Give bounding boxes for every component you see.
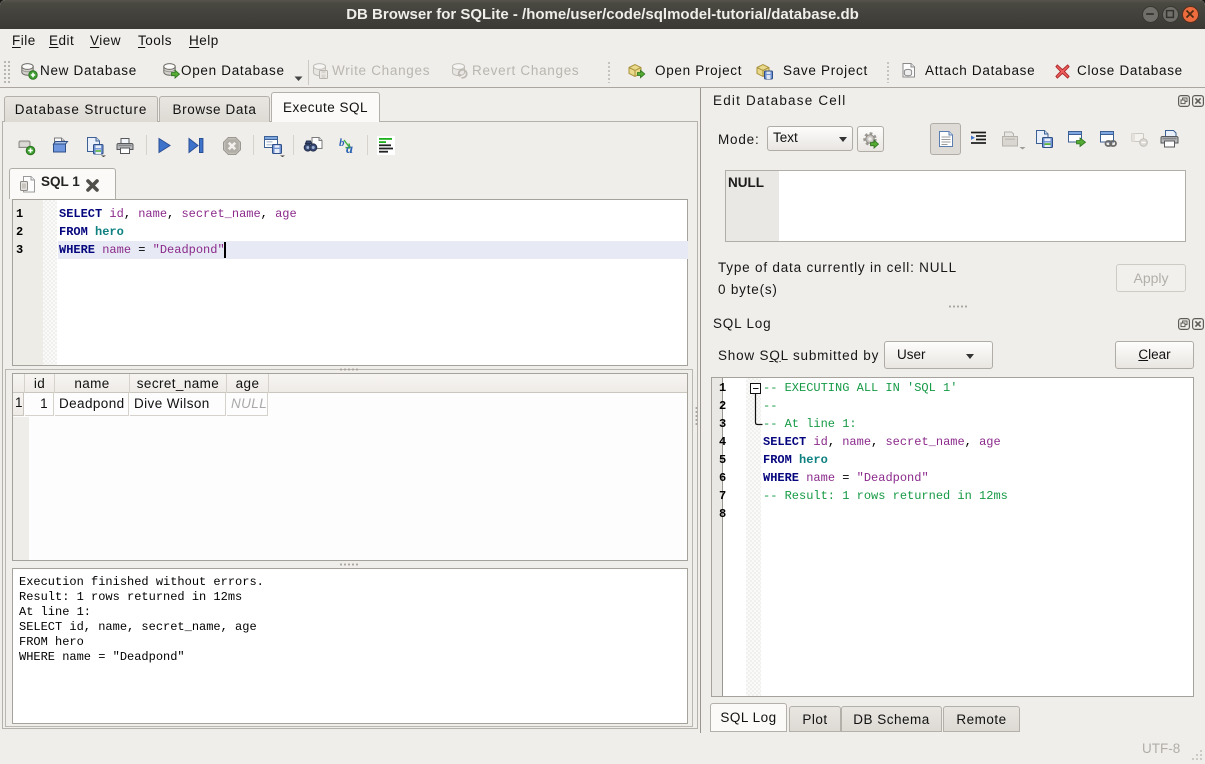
svg-text:a: a [346,142,353,156]
svg-text:b: b [339,137,345,149]
